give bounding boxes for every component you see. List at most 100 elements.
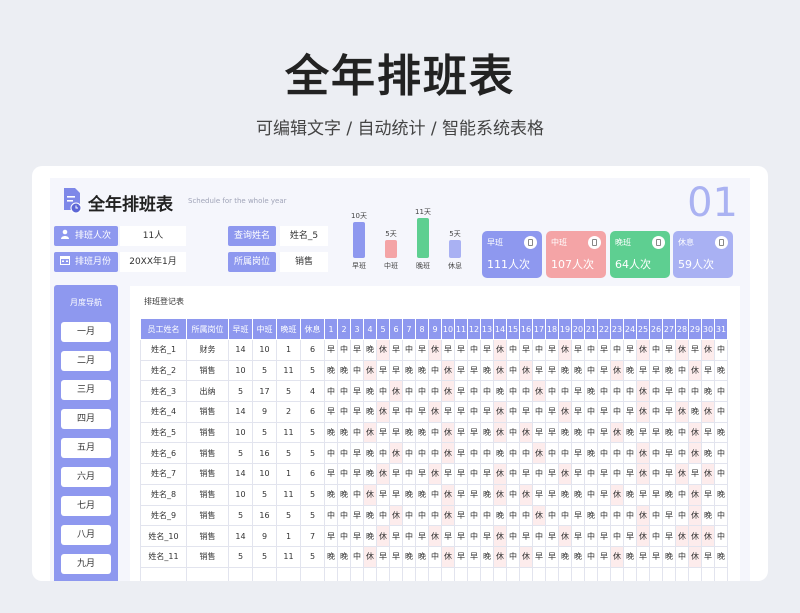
bar bbox=[385, 240, 397, 258]
shift-cell: 中 bbox=[597, 380, 611, 403]
stat-card: 休息 59人次 bbox=[673, 231, 733, 278]
shift-cell: 中 bbox=[506, 483, 520, 506]
bar bbox=[417, 218, 429, 258]
shift-cell: 早 bbox=[454, 504, 468, 527]
shift-cell: 早 bbox=[545, 545, 559, 568]
shift-cell: 早 bbox=[701, 545, 715, 568]
shift-cell: 中 bbox=[610, 380, 624, 403]
shift-cell: 休 bbox=[389, 504, 403, 527]
shift-cell: 休 bbox=[532, 380, 546, 403]
column-header: 13 bbox=[480, 318, 494, 340]
document-clock-icon bbox=[64, 188, 82, 214]
shift-cell: 中 bbox=[402, 463, 416, 485]
table-cell: 5 bbox=[228, 380, 253, 403]
app-subtitle: Schedule for the whole year bbox=[188, 197, 287, 205]
sidebar-month-button[interactable]: 六月 bbox=[61, 467, 111, 487]
table-cell bbox=[350, 566, 364, 581]
shift-cell: 休 bbox=[493, 359, 507, 382]
table-row: 姓名_11 销售 5 5 11 5 晚晚中休早早晚晚中休早早晚休中休早早晚晚中早休晚早早晚中… bbox=[140, 545, 728, 568]
sidebar-month-button[interactable]: 七月 bbox=[61, 496, 111, 516]
shift-cell: 中 bbox=[649, 401, 663, 423]
table-cell: 销售 bbox=[186, 483, 229, 506]
sidebar-month-button[interactable]: 二月 bbox=[61, 351, 111, 371]
shift-cell: 休 bbox=[558, 401, 572, 423]
shift-cell: 中 bbox=[480, 504, 494, 527]
shift-cell: 中 bbox=[337, 525, 351, 547]
sidebar-month-button[interactable]: 三月 bbox=[61, 380, 111, 400]
shift-cell: 晚 bbox=[662, 483, 676, 506]
table-cell: 销售 bbox=[186, 401, 229, 423]
shift-cell: 中 bbox=[324, 442, 338, 465]
table-cell: 姓名_2 bbox=[140, 359, 187, 382]
column-header: 10 bbox=[441, 318, 455, 340]
bar bbox=[449, 240, 461, 258]
shift-cell: 晚 bbox=[701, 380, 715, 403]
shift-cell: 早 bbox=[597, 339, 611, 361]
shift-cell: 中 bbox=[402, 401, 416, 423]
sidebar-month-button[interactable]: 四月 bbox=[61, 409, 111, 429]
shift-cell: 中 bbox=[402, 380, 416, 403]
bar-value-label: 10天 bbox=[351, 212, 367, 220]
table-cell: 10 bbox=[252, 339, 277, 361]
shift-cell: 休 bbox=[363, 359, 377, 382]
shift-cell: 早 bbox=[532, 359, 546, 382]
shift-cell: 休 bbox=[441, 442, 455, 465]
column-header: 中班 bbox=[252, 318, 277, 340]
shift-cell: 早 bbox=[649, 545, 663, 568]
shift-cell: 早 bbox=[545, 525, 559, 547]
column-header: 26 bbox=[649, 318, 663, 340]
shift-cell: 晚 bbox=[558, 545, 572, 568]
table-cell: 9 bbox=[252, 525, 277, 547]
shift-cell: 休 bbox=[675, 525, 689, 547]
shift-cell: 休 bbox=[376, 463, 390, 485]
shift-cell: 晚 bbox=[493, 504, 507, 527]
shift-cell: 早 bbox=[623, 463, 637, 485]
table-cell bbox=[228, 566, 253, 581]
shift-cell: 中 bbox=[376, 442, 390, 465]
shift-cell: 晚 bbox=[337, 483, 351, 506]
sidebar-month-button[interactable]: 八月 bbox=[61, 525, 111, 545]
shift-cell: 晚 bbox=[324, 421, 338, 444]
shift-cell: 早 bbox=[688, 463, 702, 485]
shift-cell: 中 bbox=[506, 339, 520, 361]
shift-cell: 中 bbox=[558, 380, 572, 403]
sidebar-month-button[interactable]: 五月 bbox=[61, 438, 111, 458]
shift-cell: 中 bbox=[467, 442, 481, 465]
table-row: 姓名_9 销售 5 16 5 5 中中早晚中休中中中休早中中晚中中休中中早晚中中中休中早中休… bbox=[140, 504, 728, 527]
table-cell bbox=[140, 566, 187, 581]
shift-cell: 早 bbox=[571, 525, 585, 547]
column-header: 31 bbox=[714, 318, 728, 340]
shift-cell: 早 bbox=[701, 421, 715, 444]
sidebar-title: 月度导航 bbox=[70, 298, 102, 307]
sidebar-month-button[interactable]: 九月 bbox=[61, 554, 111, 574]
table-row: 姓名_3 出纳 5 17 5 4 中中早晚中休中中中休早中中晚中中休中中早晚中中中休中早中中… bbox=[140, 380, 728, 403]
stat-title: 晚班 bbox=[615, 238, 631, 247]
shift-cell: 休 bbox=[636, 401, 650, 423]
shift-cell: 休 bbox=[389, 442, 403, 465]
table-cell bbox=[467, 566, 481, 581]
shift-cell: 早 bbox=[454, 359, 468, 382]
shift-cell: 中 bbox=[337, 504, 351, 527]
panel-title: 排班登记表 bbox=[144, 297, 184, 306]
column-header: 17 bbox=[532, 318, 546, 340]
shift-cell: 早 bbox=[389, 525, 403, 547]
shift-cell: 中 bbox=[584, 401, 598, 423]
shift-count-label-text: 排班人次 bbox=[75, 231, 112, 241]
shift-cell: 休 bbox=[493, 421, 507, 444]
query-name-input[interactable]: 姓名_5 bbox=[280, 226, 328, 246]
table-cell bbox=[186, 566, 229, 581]
shift-cell: 早 bbox=[324, 339, 338, 361]
table-cell: 姓名_5 bbox=[140, 421, 187, 444]
shift-cell: 中 bbox=[376, 504, 390, 527]
table-cell: 1 bbox=[276, 463, 301, 485]
shift-cell: 中 bbox=[675, 359, 689, 382]
sidebar-month-button[interactable]: 一月 bbox=[61, 322, 111, 342]
shift-cell: 中 bbox=[506, 380, 520, 403]
table-cell: 4 bbox=[300, 380, 325, 403]
shift-cell: 早 bbox=[350, 525, 364, 547]
dept-label: 所属岗位 bbox=[228, 252, 276, 272]
shift-cell: 中 bbox=[532, 525, 546, 547]
shift-cell: 中 bbox=[428, 359, 442, 382]
shift-cell: 中 bbox=[337, 401, 351, 423]
shift-cell: 中 bbox=[337, 463, 351, 485]
